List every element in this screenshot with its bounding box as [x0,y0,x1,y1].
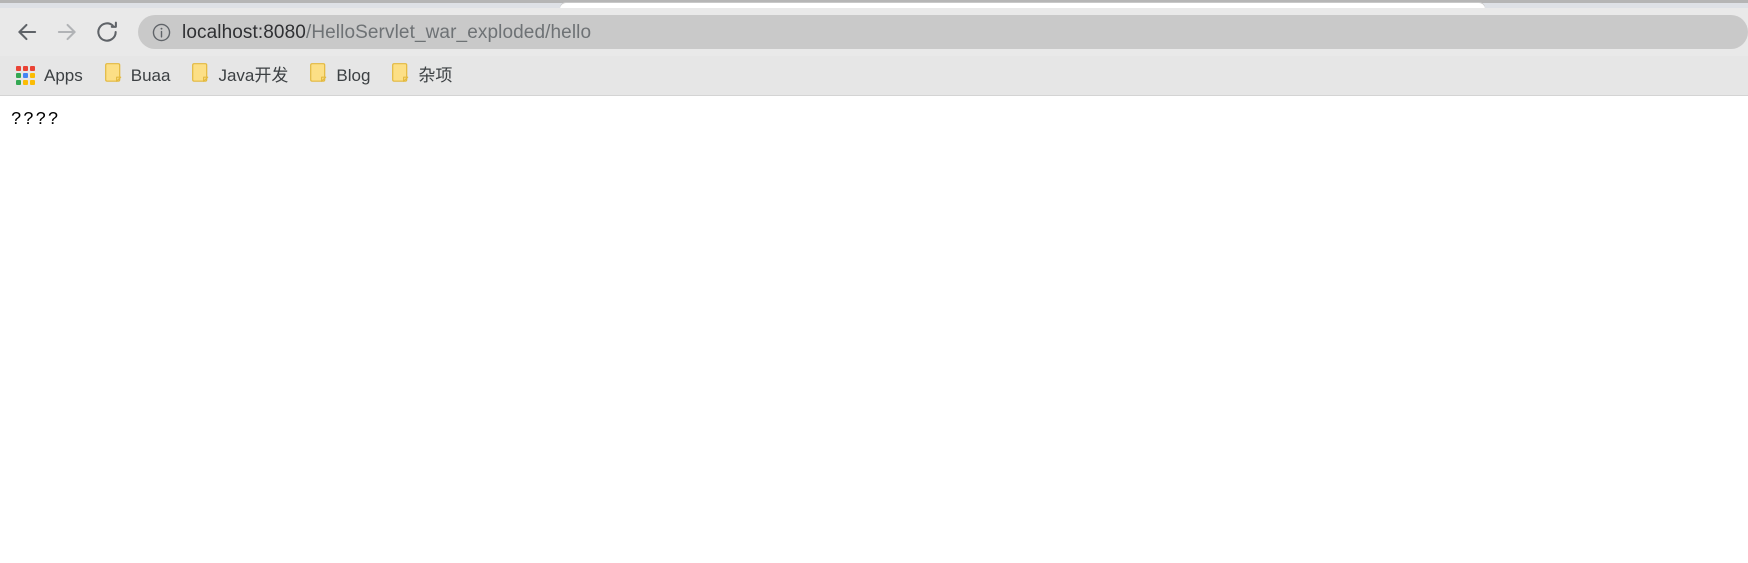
bookmark-item-buaa[interactable]: Buaa [103,62,179,90]
page-body-text: ???? [11,110,61,130]
page-viewport: ???? [0,96,1748,563]
address-bar-url[interactable]: localhost:8080/HelloServlet_war_exploded… [182,23,591,42]
bookmarks-bar: Apps Buaa Java开发 Blog 杂项 [0,56,1748,96]
folder-icon [310,62,327,89]
bookmark-item-blog[interactable]: Blog [308,62,378,90]
folder-icon [104,62,122,89]
address-bar-path: /HelloServlet_war_exploded/hello [305,21,592,43]
forward-arrow-icon [54,19,80,45]
reload-icon [94,19,120,45]
browser-toolbar: localhost:8080/HelloServlet_war_exploded… [0,8,1748,56]
browser-window: localhost:8080/HelloServlet_war_exploded… [0,0,1748,563]
apps-grid-icon [16,66,35,85]
bookmark-item-misc[interactable]: 杂项 [390,62,460,90]
folder-icon [392,62,409,89]
site-info-icon[interactable] [150,21,172,43]
bookmark-item-label: Buaa [130,66,171,85]
forward-button[interactable] [50,15,84,49]
back-button[interactable] [10,15,44,49]
bookmark-item-label: 杂项 [418,66,453,85]
address-bar-host: localhost:8080 [182,21,306,43]
bookmark-item-label: Blog [336,66,371,85]
folder-icon [192,62,209,89]
active-tab[interactable] [560,3,1485,8]
bookmark-apps-label: Apps [44,66,83,85]
bookmark-item-label: Java开发 [218,66,289,85]
bookmark-apps[interactable]: Apps [14,62,91,90]
bookmark-item-java-dev[interactable]: Java开发 [190,62,296,90]
back-arrow-icon [14,19,40,45]
tab-strip [0,0,1748,8]
reload-button[interactable] [90,15,124,49]
address-bar[interactable]: localhost:8080/HelloServlet_war_exploded… [138,15,1748,49]
